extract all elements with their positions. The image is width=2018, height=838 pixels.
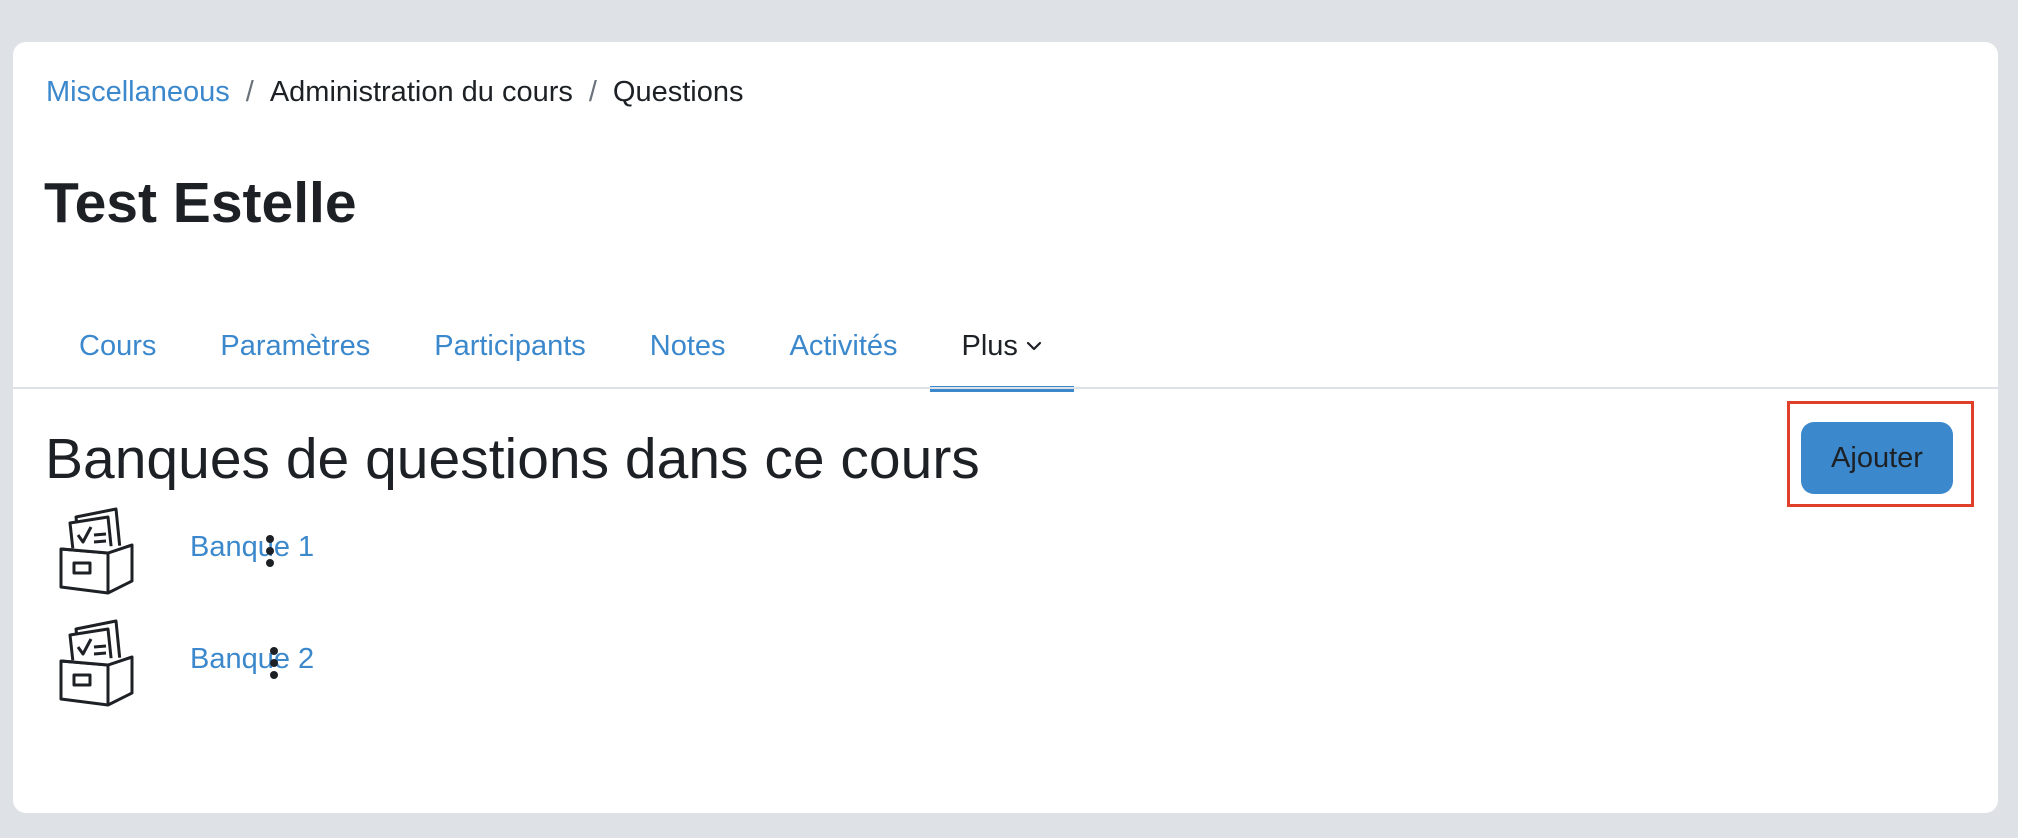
tab-participants[interactable]: Participants (402, 300, 618, 392)
list-item: Banque 1 (58, 505, 658, 595)
question-bank-icon (59, 507, 134, 595)
tab-plus[interactable]: Plus (929, 300, 1075, 392)
list-item: Banque 2 (58, 617, 658, 707)
breadcrumb-separator: / (588, 75, 597, 108)
breadcrumb: Miscellaneous / Administration du cours … (46, 70, 744, 114)
kebab-menu-icon[interactable] (260, 533, 280, 569)
tab-notes[interactable]: Notes (618, 300, 758, 392)
tab-cours[interactable]: Cours (47, 300, 188, 392)
add-button[interactable]: Ajouter (1801, 422, 1953, 494)
bank-link[interactable]: Banque 2 (190, 643, 314, 676)
tabs-divider (13, 387, 1998, 389)
tab-label: Notes (649, 329, 726, 362)
breadcrumb-separator: / (245, 75, 254, 108)
tab-parametres[interactable]: Paramètres (188, 300, 402, 392)
section-title: Banques de questions dans ce cours (45, 427, 980, 491)
tab-label: Cours (79, 329, 157, 362)
tab-label: Participants (434, 329, 586, 362)
tab-activites[interactable]: Activités (758, 300, 930, 392)
breadcrumb-miscellaneous-link[interactable]: Miscellaneous (46, 76, 230, 109)
tab-label: Activités (789, 329, 898, 362)
breadcrumb-questions: Questions (612, 75, 744, 108)
bank-link[interactable]: Banque 1 (190, 531, 314, 564)
kebab-menu-icon[interactable] (264, 645, 284, 681)
question-bank-list: Banque 1 Banque 2 (58, 505, 658, 729)
breadcrumb-course-admin: Administration du cours (269, 75, 573, 108)
chevron-down-icon (1026, 341, 1042, 351)
question-bank-icon (59, 619, 134, 707)
page-title: Test Estelle (44, 171, 357, 235)
tab-label: Plus (961, 329, 1018, 362)
tab-label: Paramètres (220, 329, 371, 362)
course-nav-tabs: Cours Paramètres Participants Notes Acti… (47, 300, 1075, 392)
